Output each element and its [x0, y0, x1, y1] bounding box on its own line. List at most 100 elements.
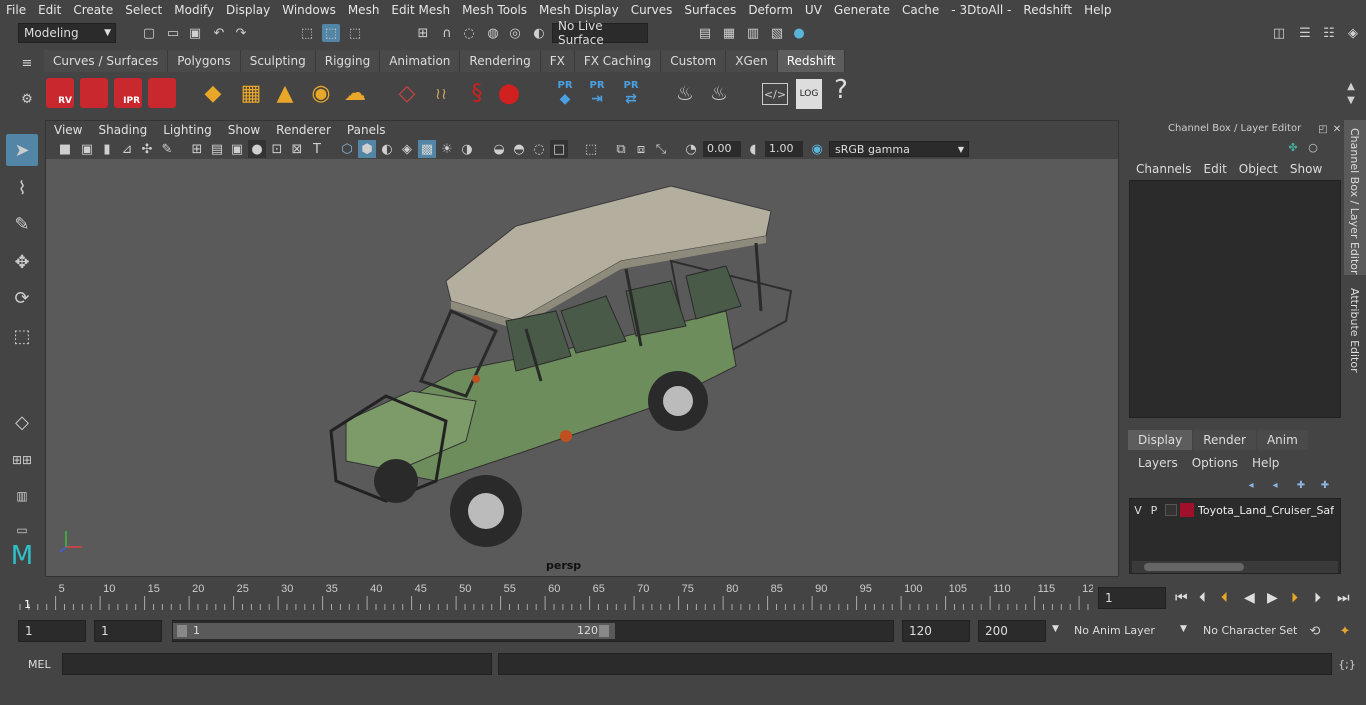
shelf-tab-xgen[interactable]: XGen: [726, 50, 778, 72]
rotate-tool-icon[interactable]: ⟳: [6, 282, 38, 314]
render-settings-icon[interactable]: ▤: [696, 24, 714, 42]
move-layer-up-icon[interactable]: ◂: [1242, 476, 1260, 494]
exposure-field[interactable]: 0.00: [703, 141, 741, 157]
layer-menu-help[interactable]: Help: [1245, 454, 1286, 472]
render-view-rv-icon[interactable]: RV: [46, 78, 74, 108]
two-view-icon[interactable]: ▥: [6, 480, 38, 512]
redshift-settings-icon[interactable]: [148, 78, 176, 108]
isolate-icon[interactable]: □: [550, 140, 568, 158]
range-slider[interactable]: 1 120: [172, 620, 894, 642]
go-to-start-icon[interactable]: ⏮: [1175, 590, 1188, 606]
render-view-icon[interactable]: ▧: [768, 24, 786, 42]
bake-icon[interactable]: ♨: [676, 81, 694, 105]
grid-icon[interactable]: ⊞: [188, 140, 206, 158]
viewport-menu-lighting[interactable]: Lighting: [155, 121, 220, 139]
make-live-icon[interactable]: ◐: [530, 24, 548, 42]
toggle-channelbox-icon[interactable]: ☰: [1296, 24, 1314, 42]
viewport-menu-view[interactable]: View: [46, 121, 90, 139]
go-to-end-icon[interactable]: ⏭: [1337, 590, 1350, 606]
scene-start-field[interactable]: 1: [18, 620, 86, 642]
mode-selector[interactable]: Modeling ▼: [18, 23, 116, 43]
menu-create[interactable]: Create: [67, 3, 119, 17]
layer-tab-render[interactable]: Render: [1193, 430, 1256, 450]
time-slider[interactable]: 5 10 15 20 25 30 35 40 45 50 55 60 65 70 75 80 85 90 95 100…: [18, 582, 1093, 612]
safe-title-icon[interactable]: T: [308, 140, 326, 158]
select-tool-icon[interactable]: ➤: [6, 134, 38, 166]
shelf-tab-sculpting[interactable]: Sculpting: [240, 50, 316, 72]
menu-mesh[interactable]: Mesh: [342, 3, 386, 17]
ipr-render-icon[interactable]: ▥: [744, 24, 762, 42]
exposure-icon[interactable]: ◔: [682, 140, 700, 158]
step-forward-icon[interactable]: ⏵: [1314, 590, 1321, 606]
use-lights-icon[interactable]: ☀: [438, 140, 456, 158]
menu-surfaces[interactable]: Surfaces: [678, 3, 742, 17]
wireframe-icon[interactable]: ⬡: [338, 140, 356, 158]
select-object-icon[interactable]: ⬚: [322, 24, 340, 42]
ipr-icon[interactable]: IPR: [114, 78, 142, 108]
range-slider-handle[interactable]: 1 120: [173, 623, 615, 639]
channel-list[interactable]: [1129, 180, 1341, 418]
layer-menu-options[interactable]: Options: [1185, 454, 1245, 472]
current-frame-field[interactable]: 1: [1098, 587, 1166, 609]
pr-proxy-icon[interactable]: PR ◆: [556, 77, 574, 109]
tab-channel-box[interactable]: Channel Box / Layer Editor: [1344, 120, 1366, 275]
anti-alias-icon[interactable]: ⤡: [652, 140, 670, 158]
shelf-tab-redshift[interactable]: Redshift: [777, 50, 846, 72]
layer-menu-layers[interactable]: Layers: [1124, 454, 1185, 472]
layer-reference-toggle[interactable]: [1165, 504, 1177, 516]
viewport-menu-shading[interactable]: Shading: [90, 121, 155, 139]
render-sequence-icon[interactable]: [80, 78, 108, 108]
snap-surface-icon[interactable]: ◎: [506, 24, 524, 42]
safe-action-icon[interactable]: ⊠: [288, 140, 306, 158]
mel-input[interactable]: [62, 653, 492, 675]
gamma-field[interactable]: 1.00: [765, 141, 803, 157]
save-scene-icon[interactable]: ▣: [186, 24, 204, 42]
new-layer-icon[interactable]: ✚: [1292, 476, 1310, 494]
xray-active-icon[interactable]: ◌: [530, 140, 548, 158]
move-layer-down-icon[interactable]: ◂: [1266, 476, 1284, 494]
snap-curve-icon[interactable]: ∩: [438, 24, 456, 42]
xray-joints-icon[interactable]: ◓: [510, 140, 528, 158]
auto-key-icon[interactable]: ⟲: [1306, 622, 1324, 640]
xray-icon[interactable]: ◒: [490, 140, 508, 158]
layer-name[interactable]: Toyota_Land_Cruiser_Safari: [1198, 504, 1334, 517]
light-area-icon[interactable]: ◉: [311, 81, 330, 106]
physical-light-icon[interactable]: ◇: [398, 81, 416, 106]
shelf-scroll-down-icon[interactable]: ▼: [1342, 91, 1360, 109]
single-view-icon[interactable]: ◇: [6, 406, 38, 438]
tab-attribute-editor[interactable]: Attribute Editor: [1344, 280, 1366, 380]
chevron-down-icon[interactable]: ▼: [1180, 624, 1187, 634]
snap-point-icon[interactable]: ◌: [460, 24, 478, 42]
open-scene-icon[interactable]: ▭: [164, 24, 182, 42]
menu-generate[interactable]: Generate: [828, 3, 896, 17]
help-icon[interactable]: ?: [832, 75, 850, 105]
layer-row[interactable]: V P Toyota_Land_Cruiser_Safari: [1130, 501, 1340, 519]
move-tool-icon[interactable]: ✥: [6, 246, 38, 278]
select-component-icon[interactable]: ⬚: [346, 24, 364, 42]
shelf-tab-fx-caching[interactable]: FX Caching: [574, 50, 662, 72]
menu-redshift[interactable]: Redshift: [1017, 3, 1078, 17]
layer-tab-display[interactable]: Display: [1128, 430, 1193, 450]
menu-uv[interactable]: UV: [799, 3, 828, 17]
layer-tab-anim[interactable]: Anim: [1256, 430, 1308, 450]
scene-end-field[interactable]: 200: [978, 620, 1046, 642]
step-back-key-icon[interactable]: ⏴: [1221, 590, 1228, 606]
new-layer-selected-icon[interactable]: ✚: [1316, 476, 1334, 494]
menu-edit-mesh[interactable]: Edit Mesh: [385, 3, 456, 17]
layer-playback-toggle[interactable]: P: [1146, 504, 1162, 517]
2d-pan-icon[interactable]: ✣: [138, 140, 156, 158]
viewport-menu-show[interactable]: Show: [220, 121, 268, 139]
paint-select-tool-icon[interactable]: ✎: [6, 208, 38, 240]
step-forward-key-icon[interactable]: ⏵: [1291, 590, 1298, 606]
script-editor-icon[interactable]: {;}: [1338, 655, 1356, 673]
menu-mesh-tools[interactable]: Mesh Tools: [456, 3, 533, 17]
menu-help[interactable]: Help: [1078, 3, 1117, 17]
safari-truck-model[interactable]: [326, 181, 806, 551]
snap-view-icon[interactable]: ◍: [484, 24, 502, 42]
menu-3dtoall[interactable]: - 3DtoAll -: [945, 3, 1017, 17]
channel-menu-show[interactable]: Show: [1284, 160, 1328, 178]
image-plane-icon[interactable]: ⊿: [118, 140, 136, 158]
default-material-icon[interactable]: ◐: [378, 140, 396, 158]
hair-icon[interactable]: §: [468, 81, 486, 106]
bookmark-icon[interactable]: ▮: [98, 140, 116, 158]
